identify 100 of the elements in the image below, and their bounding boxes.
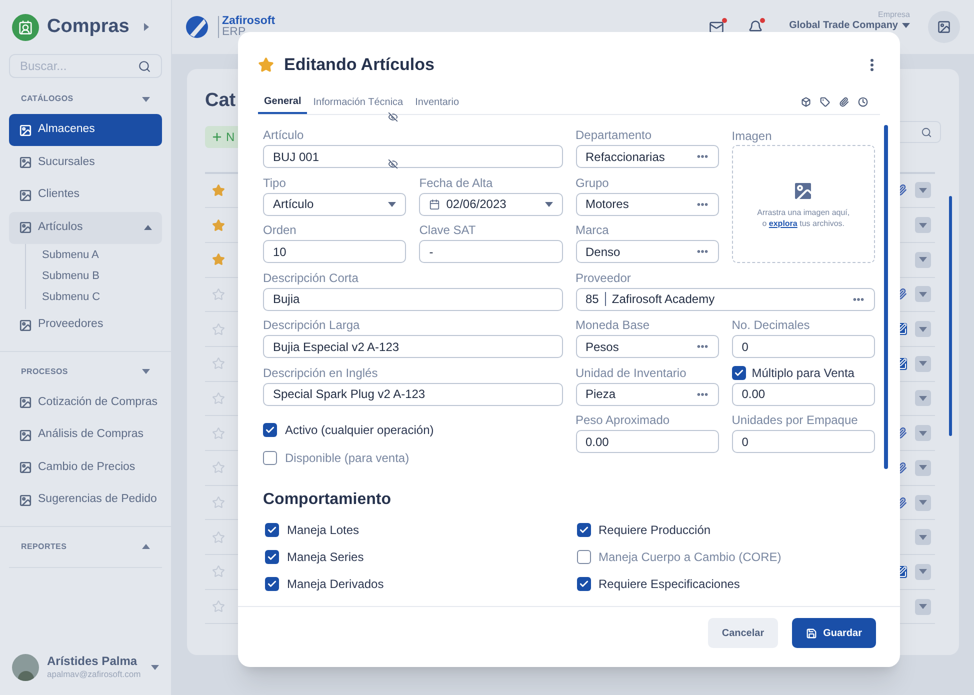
input-field[interactable]: BUJ 001: [263, 145, 562, 168]
select-field[interactable]: Artículo: [263, 192, 406, 216]
search-icon[interactable]: [138, 60, 151, 72]
checkbox[interactable]: [576, 577, 590, 591]
row-menu-button[interactable]: [915, 529, 931, 546]
cube-icon[interactable]: [801, 97, 811, 107]
input-field[interactable]: -: [419, 240, 562, 263]
row-menu-button[interactable]: [915, 356, 931, 372]
star-icon[interactable]: [212, 530, 225, 544]
star-icon[interactable]: [212, 426, 225, 440]
tab[interactable]: Información Técnica: [307, 90, 410, 114]
submenu-item[interactable]: Submenu B: [26, 266, 162, 287]
row-menu-button[interactable]: [915, 182, 931, 198]
star-icon[interactable]: [212, 322, 225, 336]
star-icon[interactable]: [212, 496, 225, 510]
avatar[interactable]: [12, 654, 39, 680]
date-field[interactable]: 02/06/2023: [419, 192, 562, 216]
row-menu-button[interactable]: [915, 390, 931, 406]
row-menu-button[interactable]: [915, 564, 931, 580]
row-menu-button[interactable]: [915, 425, 931, 442]
caret-icon: [142, 96, 150, 102]
checkbox-label: Maneja Derivados: [287, 576, 384, 593]
image-drop-zone[interactable]: Arrastra una imagen aquí, o explora tus archivos.: [732, 145, 875, 263]
checkbox[interactable]: [576, 523, 590, 537]
checkbox[interactable]: [263, 423, 277, 437]
input-field[interactable]: Bujia: [263, 288, 562, 310]
star-icon[interactable]: [212, 461, 225, 474]
star-icon[interactable]: [258, 57, 274, 73]
sidebar-item[interactable]: Cambio de Precios: [9, 452, 162, 484]
paperclip-icon[interactable]: [839, 97, 849, 107]
lookup-field[interactable]: Pieza: [576, 382, 719, 406]
checkbox[interactable]: [576, 550, 590, 564]
checkbox[interactable]: [265, 523, 279, 537]
input-field[interactable]: 10: [263, 240, 406, 263]
input-field[interactable]: 0: [732, 335, 875, 358]
caret-icon: [142, 369, 150, 374]
company-name[interactable]: Global Trade Company: [789, 20, 898, 31]
row-menu-button[interactable]: [915, 286, 931, 302]
input-field[interactable]: 0: [732, 430, 875, 453]
row-menu-button[interactable]: [915, 460, 931, 476]
caret-icon: [919, 465, 927, 470]
profile-button[interactable]: [928, 11, 960, 43]
star-icon[interactable]: [212, 600, 225, 614]
row-menu-button[interactable]: [915, 494, 931, 511]
submenu-item[interactable]: Submenu A: [26, 245, 162, 266]
lookup-field[interactable]: Motores: [576, 192, 719, 216]
tag-icon[interactable]: [820, 97, 830, 107]
input-field[interactable]: Special Spark Plug v2 A-123: [263, 382, 562, 406]
sidebar-item[interactable]: Sucursales: [9, 146, 162, 178]
input-field[interactable]: Bujia Especial v2 A-123: [263, 335, 562, 358]
row-menu-button[interactable]: [915, 252, 931, 268]
scrollbar[interactable]: [949, 196, 952, 436]
tab[interactable]: General: [258, 90, 308, 114]
lookup-field[interactable]: 85 Zafirosoft Academy: [576, 288, 875, 310]
submenu-item[interactable]: Submenu C: [26, 287, 162, 308]
checkbox-label: Requiere Especificaciones: [598, 576, 740, 593]
checkbox-label: Maneja Series: [287, 549, 364, 566]
sidebar-item[interactable]: Proveedores: [9, 309, 162, 341]
sidebar-item[interactable]: Clientes: [9, 179, 162, 211]
field-label: Departamento: [576, 127, 652, 144]
search-icon[interactable]: [921, 126, 932, 138]
caret-icon: [902, 23, 910, 28]
checkbox[interactable]: [265, 577, 279, 591]
save-icon: [806, 628, 818, 638]
sidebar-item[interactable]: Sugerencias de Pedido: [9, 484, 162, 516]
sidebar-item[interactable]: Análisis de Compras: [9, 419, 162, 451]
star-icon[interactable]: [212, 565, 225, 578]
browse-link[interactable]: explora: [768, 219, 798, 228]
sidebar-item[interactable]: Almacenes: [9, 114, 162, 146]
star-icon[interactable]: [212, 392, 225, 405]
save-button[interactable]: Guardar: [792, 618, 876, 648]
row-menu-button[interactable]: [915, 321, 931, 338]
checkbox[interactable]: [265, 550, 279, 564]
star-icon[interactable]: [212, 253, 225, 266]
clock-icon[interactable]: [858, 97, 868, 107]
image-icon: [19, 188, 32, 202]
cancel-button[interactable]: Cancelar: [708, 618, 778, 648]
sidebar-item[interactable]: Artículos: [9, 212, 162, 244]
star-icon[interactable]: [212, 357, 225, 370]
lookup-field[interactable]: Denso: [576, 240, 719, 263]
scrollbar[interactable]: [884, 125, 888, 469]
star-icon[interactable]: [212, 288, 225, 301]
caret-icon: [144, 23, 149, 31]
lookup-field[interactable]: Refaccionarias: [576, 145, 719, 168]
star-icon[interactable]: [212, 184, 225, 197]
sidebar-item[interactable]: Cotización de Compras: [9, 386, 162, 418]
caret-icon: [144, 225, 152, 230]
tab[interactable]: Inventario: [409, 90, 466, 114]
input-field[interactable]: 0.00: [576, 430, 719, 453]
checkbox[interactable]: [732, 366, 746, 380]
input-field[interactable]: 0.00: [732, 382, 875, 406]
row-menu-button[interactable]: [915, 598, 931, 615]
star-icon[interactable]: [212, 218, 225, 232]
logo-product: ERP: [222, 27, 247, 38]
lookup-field[interactable]: Pesos: [576, 335, 719, 358]
check-icon: [734, 368, 744, 378]
bell-icon[interactable]: [748, 20, 764, 34]
row-menu-button[interactable]: [915, 217, 931, 234]
caret-icon: [919, 361, 927, 366]
checkbox[interactable]: [263, 451, 277, 465]
